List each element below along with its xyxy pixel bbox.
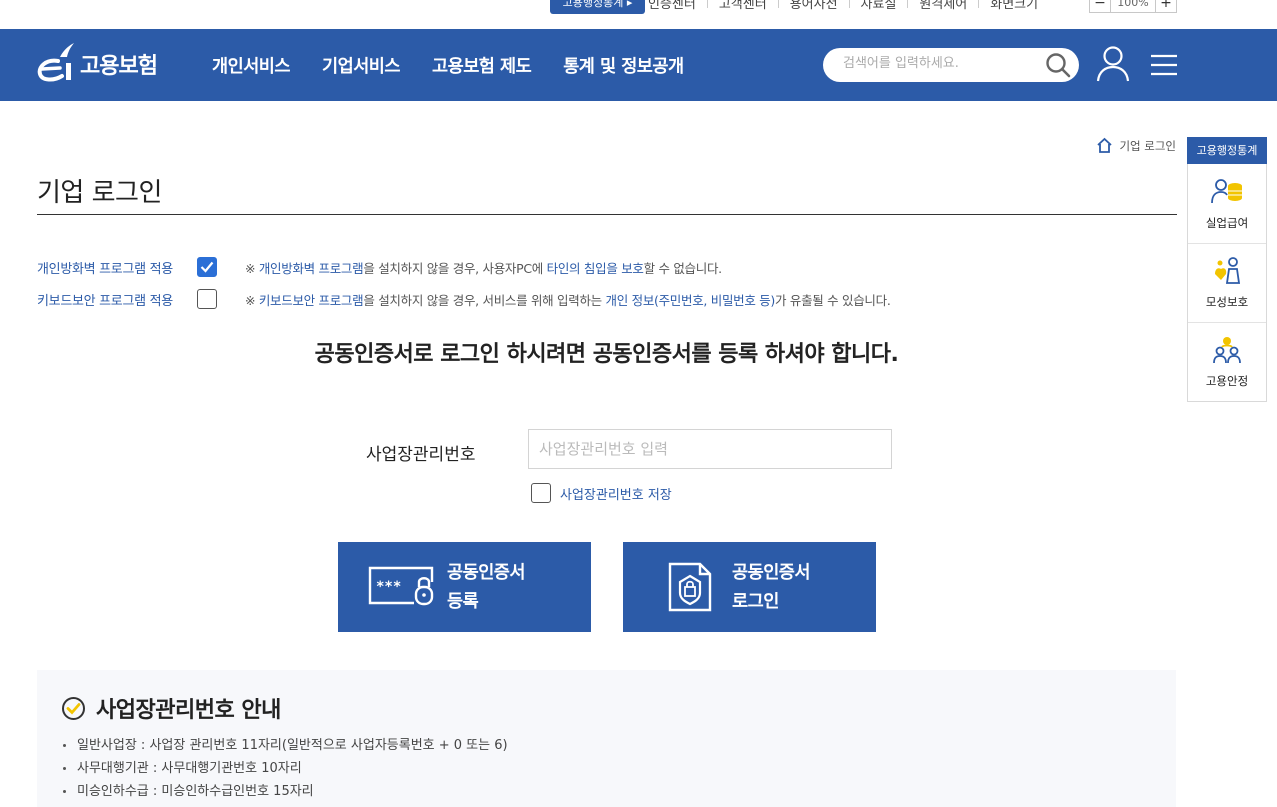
firewall-note: ※ 개인방화벽 프로그램을 설치하지 않을 경우, 사용자PC에 타인의 침입을… bbox=[245, 258, 722, 277]
quick-item-label: 고용안정 bbox=[1205, 374, 1249, 388]
keyboard-option-label[interactable]: 키보드보안 프로그램 적용 bbox=[37, 290, 197, 309]
maternity-protection-icon bbox=[1215, 257, 1241, 284]
guide-title: 사업장관리번호 안내 bbox=[96, 698, 281, 723]
divider bbox=[907, 0, 909, 8]
register-button-text: 공동인증서 등록 bbox=[447, 559, 526, 617]
breadcrumb-current: 기업 로그인 bbox=[1119, 138, 1176, 153]
site-header: 고용보험 개인서비스 기업서비스 고용보험 제도 통계 및 정보공개 bbox=[0, 29, 1277, 101]
certificate-login-button[interactable]: 공동인증서 로그인 bbox=[623, 542, 876, 632]
keyboard-option-row: 키보드보안 프로그램 적용 ※ 키보드보안 프로그램을 설치하지 않을 경우, … bbox=[37, 288, 891, 310]
zoom-out-button[interactable]: − bbox=[1090, 0, 1110, 12]
quick-item-unemployment[interactable]: 실업급여 bbox=[1188, 164, 1266, 243]
keyboard-note: ※ 키보드보안 프로그램을 설치하지 않을 경우, 서비스를 위해 입력하는 개… bbox=[245, 290, 891, 309]
register-line2: 등록 bbox=[447, 592, 479, 612]
note-prefix: ※ bbox=[245, 260, 259, 276]
firewall-option-row: 개인방화벽 프로그램 적용 ※ 개인방화벽 프로그램을 설치하지 않을 경우, … bbox=[37, 256, 722, 278]
note-text: 가 유출될 수 있습니다. bbox=[775, 292, 891, 308]
search-input[interactable] bbox=[843, 56, 1033, 71]
note-text: 을 설치하지 않을 경우, 서비스를 위해 입력하는 bbox=[363, 292, 606, 308]
unemployment-benefit-icon bbox=[1211, 178, 1242, 203]
svg-text:***: *** bbox=[376, 579, 401, 595]
page-title: 기업 로그인 bbox=[37, 178, 162, 208]
business-number-input[interactable] bbox=[528, 429, 892, 469]
certificate-notice: 공동인증서로 로그인 하시려면 공동인증서를 등록 하셔야 합니다. bbox=[314, 342, 899, 367]
note-text: 할 수 없습니다. bbox=[643, 260, 723, 276]
util-link-library[interactable]: 자료실 bbox=[861, 0, 897, 12]
hamburger-menu-icon[interactable] bbox=[1150, 53, 1178, 77]
zoom-in-button[interactable]: + bbox=[1156, 0, 1176, 12]
quick-menu-title[interactable]: 고용행정통계 bbox=[1187, 137, 1267, 164]
firewall-checkbox[interactable] bbox=[197, 257, 217, 277]
main-nav: 개인서비스 기업서비스 고용보험 제도 통계 및 정보공개 bbox=[212, 29, 716, 101]
user-icon[interactable] bbox=[1096, 45, 1130, 83]
certificate-document-icon bbox=[668, 562, 712, 612]
certificate-register-button[interactable]: *** 공동인증서 등록 bbox=[338, 542, 591, 632]
note-highlight: 키보드보안 프로그램 bbox=[258, 292, 364, 308]
util-link-customer-center[interactable]: 고객센터 bbox=[719, 0, 767, 12]
zoom-control: − 100% + bbox=[1089, 0, 1177, 13]
note-text: 을 설치하지 않을 경우, 사용자PC에 bbox=[363, 260, 547, 276]
quick-item-label: 모성보호 bbox=[1205, 295, 1249, 309]
divider bbox=[978, 0, 980, 8]
guide-item: 사무대행기관 : 사무대행기관번호 10자리 bbox=[63, 757, 508, 780]
save-number-checkbox[interactable] bbox=[531, 483, 551, 503]
logo-text: 고용보험 bbox=[80, 54, 158, 79]
business-number-guide: 사업장관리번호 안내 일반사업장 : 사업장 관리번호 11자리(일반적으로 사… bbox=[37, 670, 1176, 807]
guide-item: 일반사업장 : 사업장 관리번호 11자리(일반적으로 사업자등록번호 + 0 … bbox=[63, 734, 508, 757]
nav-statistics-info[interactable]: 통계 및 정보공개 bbox=[563, 53, 684, 78]
divider bbox=[848, 0, 850, 8]
ei-logo-icon bbox=[37, 43, 74, 82]
search-icon[interactable] bbox=[1045, 52, 1071, 78]
search-box bbox=[823, 48, 1079, 82]
note-highlight: 개인방화벽 프로그램 bbox=[258, 260, 364, 276]
register-line1: 공동인증서 bbox=[447, 563, 526, 583]
quick-item-maternity[interactable]: 모성보호 bbox=[1188, 243, 1266, 322]
save-number-label[interactable]: 사업장관리번호 저장 bbox=[560, 484, 672, 503]
divider bbox=[706, 0, 708, 8]
quick-item-label: 실업급여 bbox=[1205, 215, 1249, 230]
zoom-value: 100% bbox=[1110, 0, 1156, 12]
login-line1: 공동인증서 bbox=[732, 563, 811, 583]
note-highlight: 개인 정보(주민번호, 비밀번호 등) bbox=[605, 292, 776, 308]
breadcrumb: 기업 로그인 bbox=[1096, 137, 1176, 154]
nav-business-services[interactable]: 기업서비스 bbox=[322, 53, 401, 78]
guide-list: 일반사업장 : 사업장 관리번호 11자리(일반적으로 사업자등록번호 + 0 … bbox=[63, 734, 508, 803]
firewall-option-label[interactable]: 개인방화벽 프로그램 적용 bbox=[37, 258, 197, 277]
login-button-text: 공동인증서 로그인 bbox=[732, 559, 811, 617]
guide-item: 미승인하수급 : 미승인하수급인번호 15자리 bbox=[63, 780, 508, 803]
business-number-label: 사업장관리번호 bbox=[366, 445, 476, 465]
home-icon[interactable] bbox=[1096, 137, 1113, 154]
util-link-glossary[interactable]: 용어사전 bbox=[790, 0, 838, 12]
keyboard-security-checkbox[interactable] bbox=[197, 289, 217, 309]
note-prefix: ※ bbox=[245, 292, 259, 308]
site-logo[interactable]: 고용보험 bbox=[36, 41, 158, 87]
nav-personal-services[interactable]: 개인서비스 bbox=[212, 53, 291, 78]
divider bbox=[777, 0, 779, 8]
utility-links: 인증센터 고객센터 용어사전 자료실 원격제어 화면크기 bbox=[648, 0, 1038, 13]
employment-stability-icon bbox=[1213, 337, 1241, 364]
login-line2: 로그인 bbox=[732, 592, 779, 612]
password-card-icon: *** bbox=[368, 566, 434, 606]
util-link-remote-control[interactable]: 원격제어 bbox=[919, 0, 967, 12]
stats-badge-button[interactable]: 고용행정통계 ▸ bbox=[550, 0, 645, 14]
util-link-cert-center[interactable]: 인증센터 bbox=[648, 0, 696, 12]
nav-insurance-system[interactable]: 고용보험 제도 bbox=[432, 53, 532, 78]
note-highlight: 타인의 침입을 보호 bbox=[546, 260, 644, 276]
title-divider bbox=[37, 214, 1177, 215]
save-number-row[interactable]: 사업장관리번호 저장 bbox=[531, 483, 672, 503]
util-link-screen-size: 화면크기 bbox=[990, 0, 1039, 12]
check-circle-icon bbox=[62, 696, 85, 720]
checkmark-icon bbox=[200, 261, 214, 273]
guide-title-row: 사업장관리번호 안내 bbox=[61, 692, 281, 724]
utility-bar: 고용행정통계 ▸ 인증센터 고객센터 용어사전 자료실 원격제어 화면크기 − … bbox=[0, 0, 1277, 29]
